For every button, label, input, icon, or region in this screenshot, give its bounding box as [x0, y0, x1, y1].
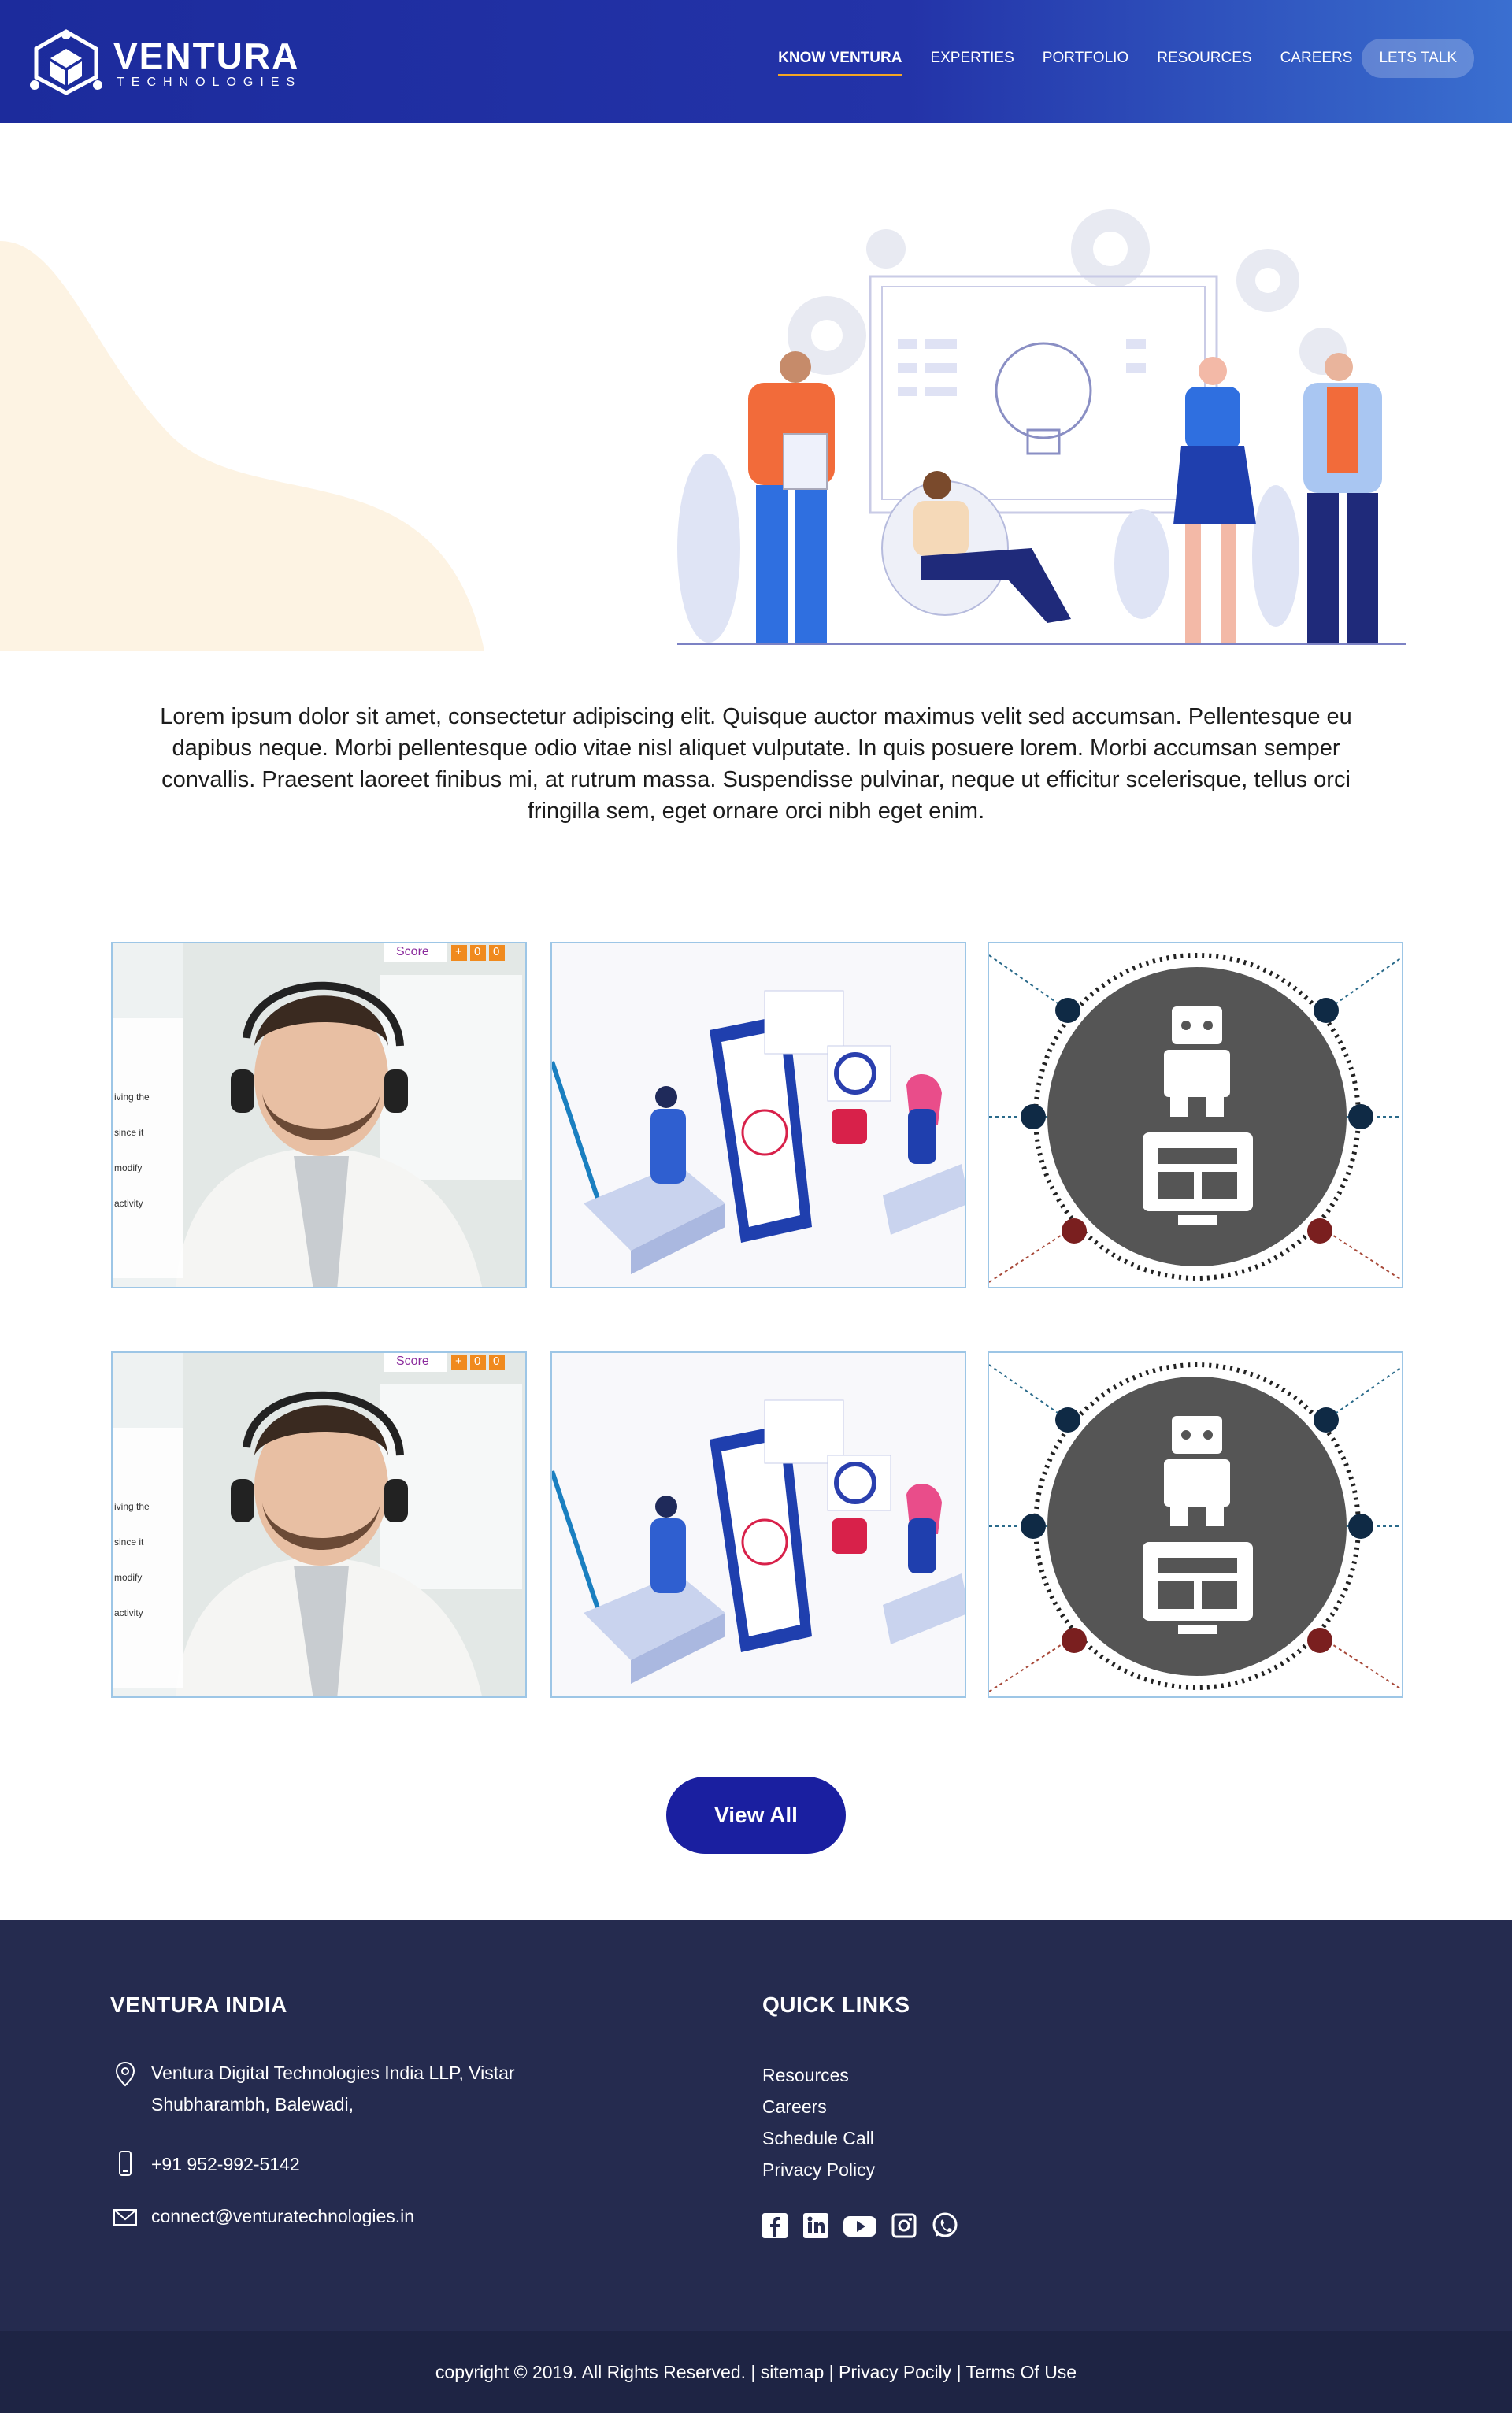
score-plus: + — [455, 1355, 462, 1368]
main-menu: KNOW VENTURA EXPERTIES PORTFOLIO RESOURC… — [750, 38, 1474, 79]
overlay-text-line: iving the — [114, 1501, 150, 1512]
nav-know-ventura[interactable]: KNOW VENTURA — [778, 39, 902, 78]
footer-link-resources[interactable]: Resources — [762, 2065, 849, 2086]
brand-name: VENTURA — [113, 35, 300, 76]
card-qa-testing[interactable] — [550, 1351, 966, 1698]
card-automation[interactable] — [988, 1351, 1403, 1698]
score-value-b: 0 — [493, 945, 500, 958]
phone-icon — [119, 2151, 132, 2176]
instagram-icon[interactable] — [890, 2211, 918, 2240]
card-qa-testing[interactable] — [550, 942, 966, 1288]
card-call-center[interactable]: Score + 0 0 iving the since it modify ac… — [111, 1351, 527, 1698]
call-center-agent-image — [113, 943, 525, 1287]
overlay-text-line: iving the — [114, 1092, 150, 1103]
overlay-text-line: since it — [114, 1127, 144, 1138]
score-value-a: 0 — [474, 945, 481, 958]
footer-link-privacy-policy[interactable]: Privacy Policy — [762, 2159, 875, 2181]
footer-heading-quick-links: QUICK LINKS — [762, 1992, 910, 2017]
social-links — [761, 2211, 959, 2240]
footer-link-careers[interactable]: Careers — [762, 2096, 827, 2118]
overlay-text-line: modify — [114, 1572, 143, 1583]
score-value-b: 0 — [493, 1355, 500, 1368]
brand-tagline: TECHNOLOGIES — [117, 76, 302, 89]
logo-mark-icon — [30, 29, 102, 95]
footer-link-schedule-call[interactable]: Schedule Call — [762, 2128, 874, 2149]
facebook-icon[interactable] — [761, 2211, 789, 2240]
phone-number[interactable]: +91 952-992-5142 — [151, 2148, 300, 2180]
score-label: Score — [396, 945, 429, 958]
email-icon — [113, 2209, 137, 2226]
top-navbar: VENTURA TECHNOLOGIES KNOW VENTURA EXPERT… — [0, 0, 1512, 123]
nav-careers[interactable]: CAREERS — [1280, 39, 1353, 78]
team-brainstorm-illustration — [677, 209, 1406, 645]
address-line-1: Ventura Digital Technologies India LLP, … — [151, 2063, 515, 2083]
view-all-button[interactable]: View All — [666, 1777, 846, 1854]
score-plus: + — [455, 945, 462, 958]
brand-logo[interactable]: VENTURA TECHNOLOGIES — [28, 28, 312, 95]
copyright-text: copyright © 2019. All Rights Reserved. |… — [435, 2361, 1077, 2382]
overlay-text-line: modify — [114, 1162, 143, 1173]
linkedin-icon[interactable] — [802, 2211, 830, 2240]
address-line-2: Shubharambh, Balewadi, — [151, 2094, 354, 2115]
score-value-a: 0 — [474, 1355, 481, 1368]
nav-experties[interactable]: EXPERTIES — [930, 39, 1014, 78]
robot-automation-illustration — [989, 1353, 1402, 1696]
card-call-center[interactable]: Score + 0 0 iving the since it modify ac… — [111, 942, 527, 1288]
score-label: Score — [396, 1355, 429, 1368]
robot-automation-illustration — [989, 943, 1402, 1287]
overlay-text-line: activity — [114, 1607, 143, 1618]
location-pin-icon — [115, 2061, 135, 2087]
overlay-text-line: activity — [114, 1198, 143, 1209]
hero-blob-shape — [0, 241, 484, 651]
hero-section — [0, 123, 1512, 651]
card-automation[interactable] — [988, 942, 1403, 1288]
call-center-agent-image — [113, 1353, 525, 1696]
whatsapp-icon[interactable] — [931, 2211, 959, 2240]
youtube-icon[interactable] — [843, 2211, 877, 2240]
lets-talk-button[interactable]: LETS TALK — [1362, 39, 1474, 78]
site-footer: VENTURA INDIA Ventura Digital Technologi… — [0, 1920, 1512, 2331]
nav-resources[interactable]: RESOURCES — [1157, 39, 1251, 78]
footer-heading-ventura-india: VENTURA INDIA — [110, 1992, 287, 2017]
email-address[interactable]: connect@venturatechnologies.in — [151, 2200, 414, 2232]
qa-testing-illustration — [552, 1353, 965, 1696]
qa-testing-illustration — [552, 943, 965, 1287]
nav-portfolio[interactable]: PORTFOLIO — [1043, 39, 1128, 78]
copyright-bar: copyright © 2019. All Rights Reserved. |… — [0, 2331, 1512, 2413]
intro-paragraph: Lorem ipsum dolor sit amet, consectetur … — [160, 704, 1352, 824]
overlay-text-line: since it — [114, 1536, 144, 1548]
